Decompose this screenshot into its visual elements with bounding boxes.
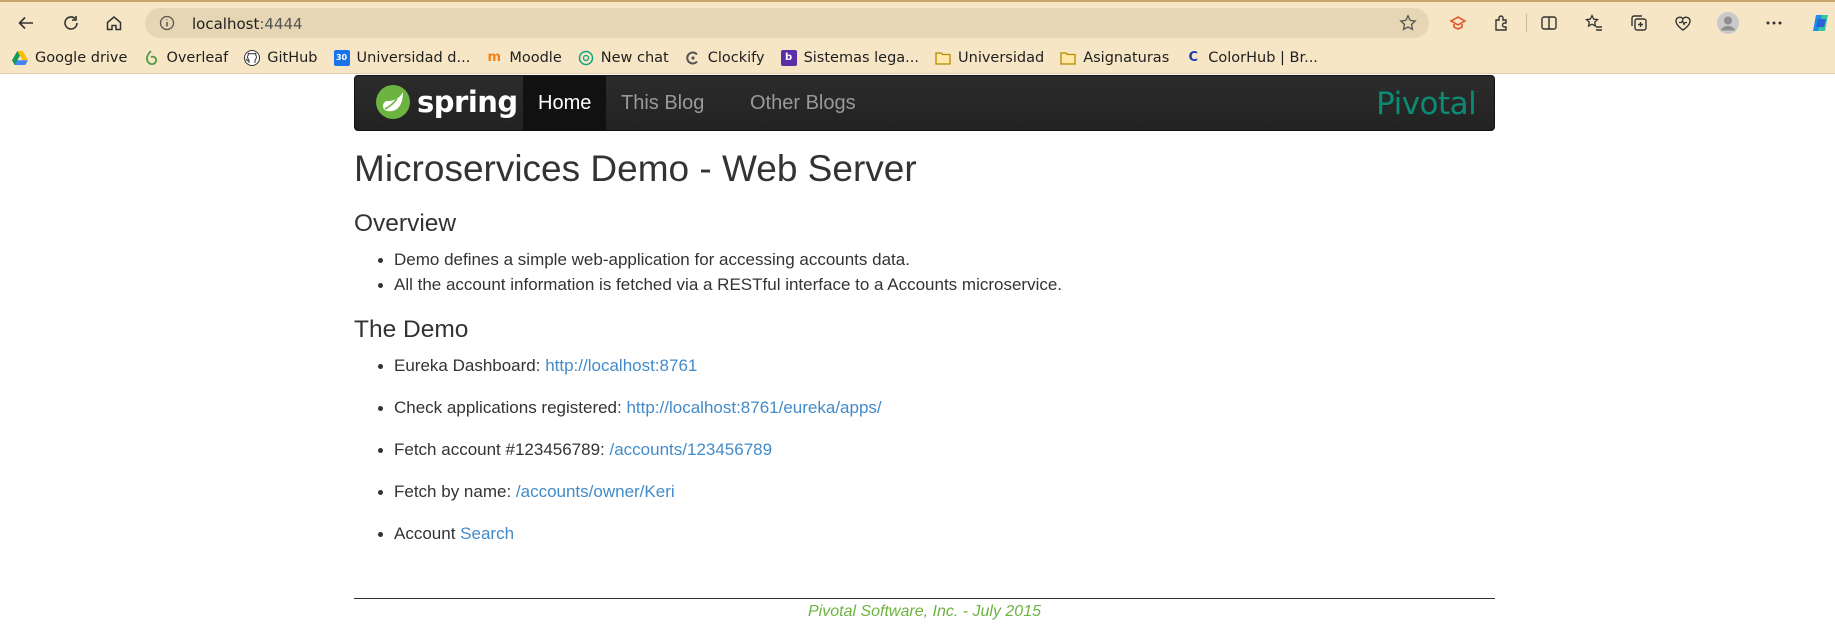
nav-other-blogs[interactable]: Other Blogs — [735, 76, 871, 130]
demo-list: Eureka Dashboard: http://localhost:8761 … — [378, 356, 882, 566]
google-drive-icon — [12, 50, 28, 66]
clockify-icon — [685, 50, 701, 66]
extension-reader-icon[interactable] — [1446, 11, 1470, 35]
list-item: Fetch by name: /accounts/owner/Keri — [378, 482, 882, 524]
footer-divider — [354, 598, 1495, 599]
fetch-account-link[interactable]: /accounts/123456789 — [610, 440, 773, 459]
bookmark-sistemas-lega[interactable]: b Sistemas lega... — [780, 49, 919, 66]
folder-icon — [935, 50, 951, 66]
page-title: Microservices Demo - Web Server — [354, 148, 917, 189]
overview-heading: Overview — [354, 210, 457, 237]
split-screen-icon[interactable] — [1537, 11, 1561, 35]
list-item: Check applications registered: http://lo… — [378, 398, 882, 440]
eureka-apps-link[interactable]: http://localhost:8761/eureka/apps/ — [626, 398, 881, 417]
fetch-by-owner-link[interactable]: /accounts/owner/Keri — [516, 482, 675, 501]
chatgpt-icon — [578, 50, 594, 66]
list-item: Fetch account #123456789: /accounts/1234… — [378, 440, 882, 482]
address-bar[interactable]: localhost:4444 — [145, 8, 1429, 38]
browser-essentials-icon[interactable] — [1671, 11, 1695, 35]
list-item: Account Search — [378, 524, 882, 566]
reload-icon — [64, 16, 78, 30]
browser-toolbar: localhost:4444 — [0, 0, 1835, 42]
bookmark-folder-asignaturas[interactable]: Asignaturas — [1060, 50, 1169, 66]
more-menu-icon[interactable] — [1762, 11, 1786, 35]
github-icon — [244, 49, 261, 66]
bookmark-colorhub[interactable]: C ColorHub | Br... — [1185, 50, 1317, 66]
profile-avatar-icon[interactable] — [1716, 11, 1740, 35]
pivotal-logo[interactable]: Pivotal. — [1376, 86, 1478, 122]
list-item: Eureka Dashboard: http://localhost:8761 — [378, 356, 882, 398]
folder-icon — [1060, 50, 1076, 66]
site-info-icon[interactable] — [159, 15, 175, 36]
back-arrow-icon — [18, 16, 33, 30]
bookmark-overleaf[interactable]: Overleaf — [143, 50, 228, 66]
bookmark-app-icon: b — [780, 49, 797, 66]
bookmark-folder-universidad[interactable]: Universidad — [935, 50, 1044, 66]
bookmark-github[interactable]: GitHub — [244, 49, 318, 66]
eureka-dashboard-link[interactable]: http://localhost:8761 — [545, 356, 697, 375]
toolbar-divider — [1526, 14, 1527, 32]
collections-icon[interactable] — [1627, 11, 1651, 35]
bookmark-new-chat[interactable]: New chat — [578, 50, 669, 66]
site-navbar: spring Home This Blog Other Blogs Pivota… — [354, 75, 1495, 131]
brand-name: spring — [417, 85, 518, 119]
spring-logo[interactable]: spring — [375, 84, 518, 120]
reload-button[interactable] — [58, 10, 84, 36]
demo-heading: The Demo — [354, 316, 469, 343]
home-icon — [106, 16, 122, 31]
spring-leaf-icon — [376, 85, 410, 119]
overleaf-icon — [143, 49, 159, 66]
moodle-icon: m — [487, 50, 502, 65]
colorhub-icon: C — [1188, 50, 1199, 65]
bookmark-moodle[interactable]: m Moodle — [486, 50, 562, 66]
bookmark-universidad-d[interactable]: 30 Universidad d... — [333, 49, 470, 66]
bookmark-google-drive[interactable]: Google drive — [12, 50, 127, 66]
list-item: Demo defines a simple web-application fo… — [377, 250, 1062, 275]
calendar-icon: 30 — [333, 49, 350, 66]
overview-list: Demo defines a simple web-application fo… — [377, 250, 1062, 300]
nav-this-blog[interactable]: This Blog — [606, 76, 719, 130]
extensions-puzzle-icon[interactable] — [1490, 11, 1514, 35]
copilot-icon[interactable] — [1809, 11, 1833, 35]
url-text: localhost:4444 — [192, 15, 303, 33]
back-button[interactable] — [13, 10, 39, 36]
favorites-list-icon[interactable] — [1582, 11, 1606, 35]
list-item: All the account information is fetched v… — [377, 275, 1062, 300]
account-search-link[interactable]: Search — [460, 524, 514, 543]
bookmark-clockify[interactable]: Clockify — [685, 50, 765, 66]
favorite-star-icon[interactable] — [1399, 14, 1417, 37]
home-button[interactable] — [101, 10, 127, 36]
footer-text: Pivotal Software, Inc. - July 2015 — [808, 603, 1041, 620]
bookmarks-bar: Google drive Overleaf GitHub 30 Universi… — [0, 42, 1835, 74]
nav-home[interactable]: Home — [523, 76, 607, 130]
